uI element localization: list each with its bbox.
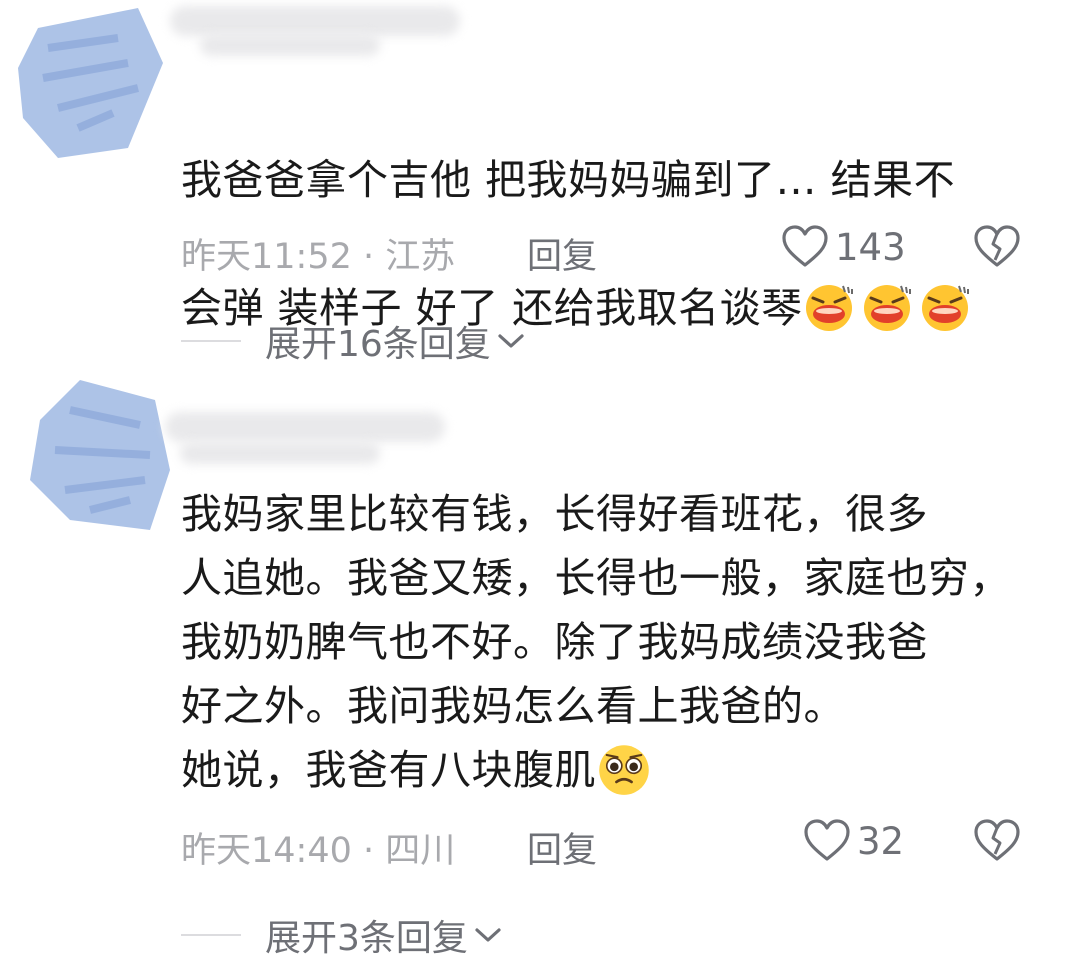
reply-button[interactable]: 回复 — [527, 822, 597, 873]
expand-replies-button[interactable]: 展开3条回复 — [181, 910, 502, 960]
username[interactable] — [165, 412, 445, 442]
time-location: 昨天14:40 · 四川 — [181, 831, 456, 871]
pleading-face-emoji — [599, 745, 649, 795]
expand-replies-label: 展开16条回复 — [265, 324, 491, 365]
broken-heart-icon — [974, 819, 1020, 861]
comment-text-line: 我爸爸拿个吉他 把我妈妈骗到了… 结果不 — [181, 156, 956, 204]
dislike-button[interactable] — [973, 224, 1021, 279]
heart-outline-icon — [804, 819, 850, 861]
avatar[interactable] — [30, 380, 180, 530]
laughing-face-emoji — [921, 285, 969, 331]
broken-heart-icon — [974, 225, 1020, 267]
divider — [181, 340, 241, 342]
time-location: 昨天11:52 · 江苏 — [181, 237, 456, 277]
expand-replies-button[interactable]: 展开16条回复 — [181, 316, 525, 366]
comment-item: 我爸爸拿个吉他 把我妈妈骗到了… 结果不 会弹 装样子 好了 还给我取名谈琴 昨… — [0, 0, 1068, 370]
avatar[interactable] — [18, 8, 168, 158]
like-button[interactable]: 143 — [781, 224, 906, 270]
username[interactable] — [170, 6, 460, 36]
comment-meta: 昨天14:40 · 四川 回复 32 — [181, 819, 1026, 873]
laughing-face-emoji — [805, 285, 853, 331]
username-sub — [180, 442, 380, 464]
username-sub — [200, 34, 380, 56]
divider — [181, 934, 241, 936]
dislike-button[interactable] — [973, 818, 1021, 873]
comment-text: 我妈家里比较有钱，长得好看班花，很多 人追她。我爸又矮，长得也一般，家庭也穷， … — [181, 490, 1011, 795]
chevron-down-icon — [498, 334, 524, 348]
comment-item: 我妈家里比较有钱，长得好看班花，很多 人追她。我爸又矮，长得也一般，家庭也穷， … — [0, 370, 1068, 975]
like-button[interactable]: 32 — [803, 818, 904, 864]
chevron-down-icon — [475, 928, 501, 942]
like-count: 143 — [835, 225, 906, 269]
comment-meta: 昨天11:52 · 江苏 回复 143 — [181, 225, 1026, 279]
like-count: 32 — [857, 819, 905, 863]
expand-replies-label: 展开3条回复 — [265, 918, 468, 959]
heart-outline-icon — [782, 225, 828, 267]
laughing-face-emoji — [863, 285, 911, 331]
reply-button[interactable]: 回复 — [527, 228, 597, 279]
